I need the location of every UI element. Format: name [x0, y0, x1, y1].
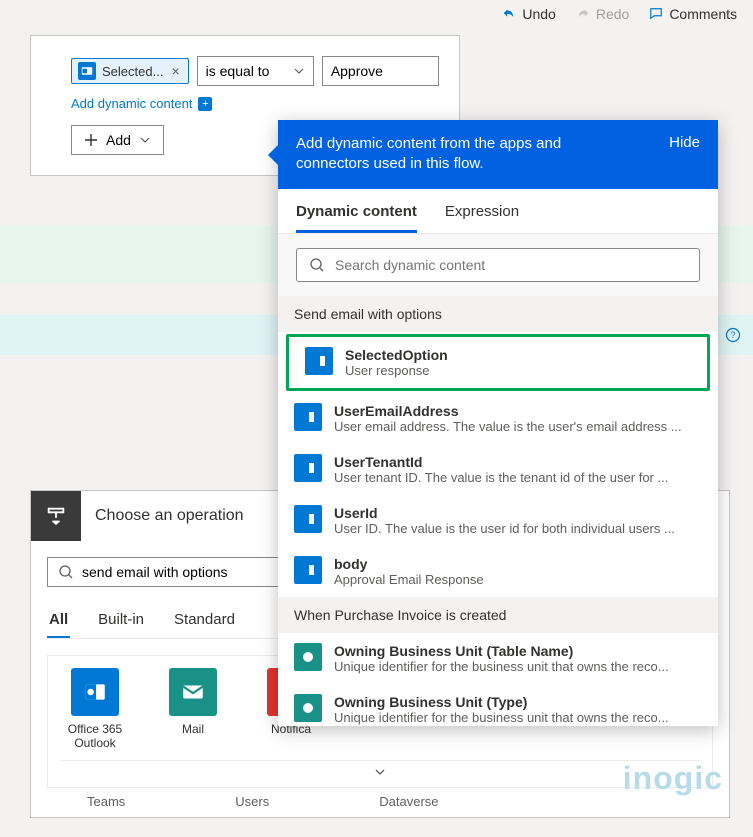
item-title: SelectedOption [345, 347, 691, 363]
chevron-down-icon [293, 65, 305, 77]
undo-label: Undo [522, 6, 555, 22]
tab-builtin[interactable]: Built-in [96, 603, 146, 638]
item-owning-bu-type[interactable]: Owning Business Unit (Type) Unique ident… [278, 684, 718, 726]
add-button-label: Add [106, 132, 131, 148]
item-desc: Approval Email Response [334, 572, 702, 587]
tab-dynamic-content[interactable]: Dynamic content [296, 203, 417, 233]
top-toolbar: Undo Redo Comments [0, 0, 753, 28]
item-title: UserTenantId [334, 454, 702, 470]
flyout-tabs: Dynamic content Expression [278, 189, 718, 234]
item-title: body [334, 556, 702, 572]
outlook-icon [294, 505, 322, 533]
redo-button: Redo [576, 6, 629, 22]
item-desc: User email address. The value is the use… [334, 419, 702, 434]
operation-title: Choose an operation [81, 507, 244, 525]
outlook-icon [294, 454, 322, 482]
info-icon: ? [725, 327, 741, 343]
svg-text:?: ? [730, 330, 735, 340]
dynamic-content-flyout: Add dynamic content from the apps and co… [278, 120, 718, 726]
tab-standard[interactable]: Standard [172, 603, 237, 638]
flyout-search[interactable] [296, 248, 700, 282]
flyout-search-input[interactable] [335, 257, 687, 273]
expand-connectors[interactable] [60, 760, 700, 783]
subtab-users[interactable]: Users [235, 794, 269, 809]
item-title: UserId [334, 505, 702, 521]
connector-outlook[interactable]: Office 365 Outlook [60, 668, 130, 750]
dynamic-value-pill[interactable]: Selected... × [71, 58, 189, 84]
outlook-icon [294, 556, 322, 584]
plus-icon [84, 133, 98, 147]
comments-label: Comments [669, 6, 737, 22]
connector-label: Office 365 Outlook [60, 722, 130, 750]
outlook-icon [71, 668, 119, 716]
pill-label: Selected... [102, 64, 163, 79]
flyout-caret [268, 145, 278, 165]
item-desc: Unique identifier for the business unit … [334, 659, 702, 674]
outlook-icon [78, 62, 96, 80]
pill-remove[interactable]: × [169, 63, 181, 79]
redo-label: Redo [596, 6, 629, 22]
operator-select[interactable]: is equal to [197, 56, 314, 86]
tab-all[interactable]: All [47, 603, 70, 638]
item-desc: User tenant ID. The value is the tenant … [334, 470, 702, 485]
condition-row: Selected... × is equal to Approve [71, 56, 439, 86]
undo-button[interactable]: Undo [502, 6, 555, 22]
flyout-banner: Add dynamic content from the apps and co… [278, 120, 718, 189]
plus-icon: + [198, 97, 212, 111]
item-title: Owning Business Unit (Type) [334, 694, 702, 710]
add-button[interactable]: Add [71, 125, 164, 155]
comments-button[interactable]: Comments [649, 6, 737, 22]
dataverse-icon [294, 643, 322, 671]
outlook-icon [294, 403, 322, 431]
item-body[interactable]: body Approval Email Response [278, 546, 718, 597]
watermark: inogic [623, 760, 723, 797]
mail-icon [169, 668, 217, 716]
operation-icon [31, 491, 81, 541]
item-title: UserEmailAddress [334, 403, 702, 419]
connector-mail[interactable]: Mail [158, 668, 228, 750]
section-title: Send email with options [278, 296, 718, 332]
outlook-icon [305, 347, 333, 375]
section-title: When Purchase Invoice is created [278, 597, 718, 633]
item-title: Owning Business Unit (Table Name) [334, 643, 702, 659]
value-text: Approve [331, 63, 383, 79]
subtab-teams[interactable]: Teams [87, 794, 125, 809]
item-useremailaddress[interactable]: UserEmailAddress User email address. The… [278, 393, 718, 444]
item-userid[interactable]: UserId User ID. The value is the user id… [278, 495, 718, 546]
value-input[interactable]: Approve [322, 56, 439, 86]
item-desc: User ID. The value is the user id for bo… [334, 521, 702, 536]
operator-label: is equal to [206, 63, 270, 79]
flyout-hide-button[interactable]: Hide [669, 134, 700, 175]
search-icon [309, 257, 325, 273]
tab-expression[interactable]: Expression [445, 203, 519, 233]
item-owning-bu-tablename[interactable]: Owning Business Unit (Table Name) Unique… [278, 633, 718, 684]
connector-subtabs: Teams Users Dataverse [47, 788, 713, 809]
item-selectedoption[interactable]: SelectedOption User response [286, 334, 710, 391]
item-desc: Unique identifier for the business unit … [334, 710, 702, 725]
item-desc: User response [345, 363, 691, 378]
item-usertenantid[interactable]: UserTenantId User tenant ID. The value i… [278, 444, 718, 495]
dataverse-icon [294, 694, 322, 722]
connector-label: Mail [182, 722, 204, 736]
search-icon [58, 564, 74, 580]
flyout-banner-text: Add dynamic content from the apps and co… [296, 134, 626, 175]
flyout-list[interactable]: Send email with options SelectedOption U… [278, 296, 718, 726]
subtab-dataverse[interactable]: Dataverse [379, 794, 438, 809]
chevron-down-icon [139, 134, 151, 146]
add-dynamic-content-link[interactable]: Add dynamic content + [71, 96, 439, 111]
add-dynamic-label: Add dynamic content [71, 96, 192, 111]
